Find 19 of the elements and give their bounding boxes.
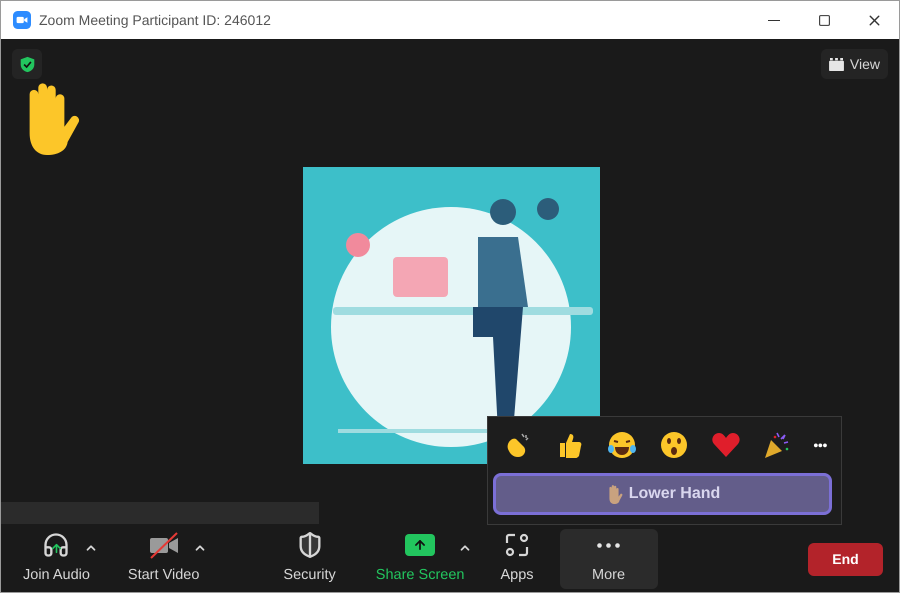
- laughing-face-icon[interactable]: [606, 429, 638, 461]
- share-screen-icon: [405, 534, 436, 556]
- toolbar-button[interactable]: More: [560, 529, 658, 589]
- video-off-icon: [148, 531, 180, 560]
- maximize-icon: [818, 14, 830, 26]
- toolbar-button[interactable]: Apps: [498, 529, 536, 589]
- view-button[interactable]: View: [820, 49, 888, 79]
- more-icon: [597, 542, 620, 548]
- app-logo-icon: [13, 11, 31, 29]
- end-button[interactable]: End: [808, 542, 883, 576]
- toolbar-button[interactable]: Security: [281, 529, 338, 589]
- window-title: Zoom Meeting Participant ID: 246012: [39, 10, 271, 30]
- toolbar-button[interactable]: Join Audio: [21, 529, 92, 589]
- more-reactions-button[interactable]: •••: [813, 434, 827, 456]
- encryption-shield-icon[interactable]: [12, 49, 42, 79]
- toolbar-button[interactable]: Share Screen: [374, 529, 466, 589]
- toolbar-button[interactable]: Start Video: [126, 529, 202, 589]
- lower-hand-button[interactable]: Lower Hand: [493, 473, 832, 515]
- grid-view-icon: [828, 58, 844, 70]
